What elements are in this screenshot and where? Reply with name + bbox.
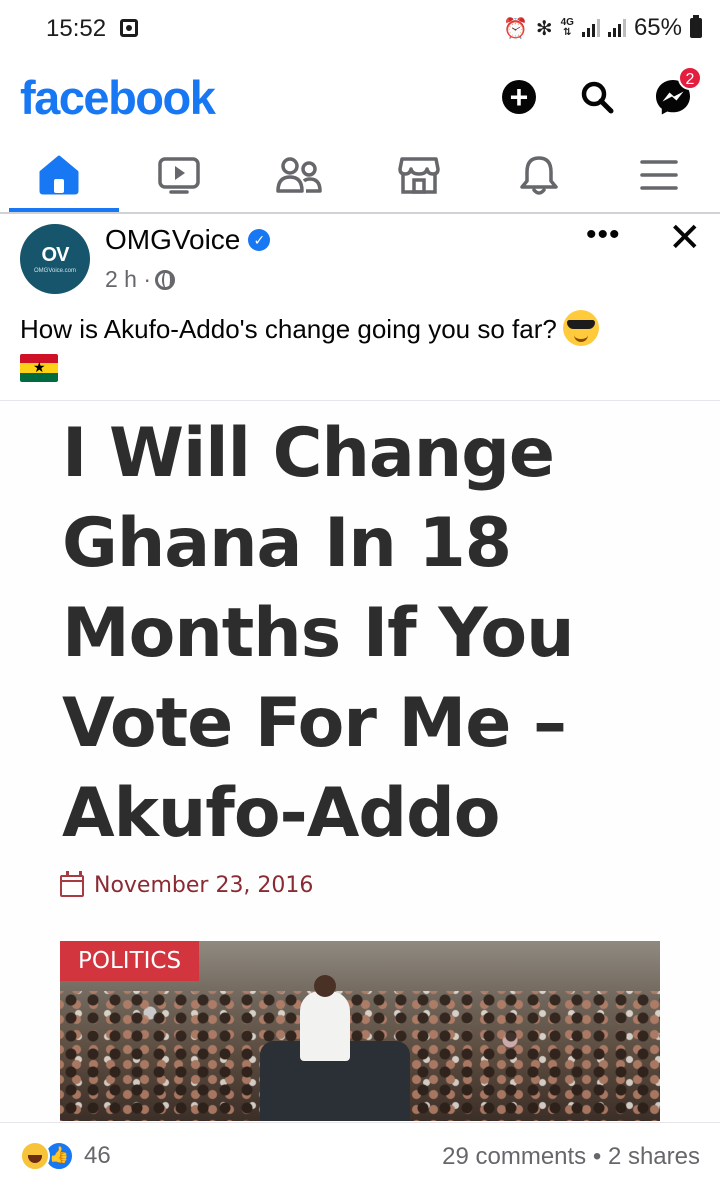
status-bar: 15:52 ⏰ ✻ 4G ⇅ 65%	[0, 0, 720, 60]
shares-count[interactable]: 2 shares	[608, 1143, 700, 1170]
home-icon	[39, 155, 79, 195]
haha-reaction-icon	[20, 1141, 50, 1171]
post-footer: 👍 46 29 comments • 2 shares	[0, 1122, 720, 1184]
avatar[interactable]: OV OMGVoice.com	[20, 224, 90, 294]
tab-home[interactable]	[4, 138, 119, 212]
signal-icon-2	[607, 19, 626, 37]
category-tag: POLITICS	[60, 941, 200, 981]
reaction-count: 46	[84, 1142, 111, 1169]
status-time: 15:52	[46, 15, 107, 42]
stats-separator: •	[592, 1143, 602, 1170]
screen-record-icon	[120, 19, 138, 37]
post-time[interactable]: 2 h ·	[105, 266, 151, 293]
more-options-button[interactable]: •••	[586, 218, 621, 252]
tab-video[interactable]	[124, 138, 234, 212]
video-icon	[158, 157, 200, 194]
nav-tabs	[0, 138, 720, 214]
battery-percent: 65%	[633, 14, 682, 41]
tab-marketplace[interactable]	[364, 138, 474, 212]
post-text: How is Akufo-Addo's change going you so …	[20, 310, 710, 382]
bluetooth-icon: ✻	[535, 17, 553, 40]
messenger-button[interactable]: 2	[652, 66, 702, 118]
post-author[interactable]: OMGVoice ✓	[105, 224, 271, 256]
plus-icon: +	[502, 80, 536, 114]
post-meta: 2 h ·	[105, 266, 176, 293]
app-header: facebook + 2	[0, 62, 720, 132]
globe-icon	[155, 269, 176, 290]
facebook-logo[interactable]: facebook	[20, 70, 216, 125]
status-indicators: ⏰ ✻ 4G ⇅ 65%	[503, 14, 702, 42]
reactions-summary[interactable]: 👍 46	[20, 1141, 111, 1171]
ghana-flag-icon: ★	[20, 354, 58, 382]
article-headline: I Will Change Ghana In 18 Months If You …	[62, 414, 575, 853]
avatar-logo-text: OV	[41, 244, 70, 266]
avatar-logo-subtext: OMGVoice.com	[33, 268, 76, 274]
article-date-text: November 23, 2016	[94, 873, 314, 898]
post-header: OV OMGVoice.com OMGVoice ✓ 2 h · ••• ✕	[0, 218, 720, 302]
messenger-badge: 2	[678, 66, 702, 90]
marketplace-icon	[398, 157, 440, 194]
post-image[interactable]: I Will Change Ghana In 18 Months If You …	[0, 401, 720, 1121]
sunglasses-emoji-icon	[562, 310, 599, 346]
friends-icon	[276, 157, 322, 193]
post-text-body: How is Akufo-Addo's change going you so …	[20, 314, 557, 344]
bell-icon	[520, 156, 558, 195]
search-button[interactable]	[576, 76, 618, 118]
verified-badge-icon: ✓	[248, 229, 271, 251]
article-photo: POLITICS	[60, 941, 660, 1121]
tab-friends[interactable]	[244, 138, 354, 212]
close-post-button[interactable]: ✕	[668, 218, 702, 258]
signal-icon-1	[581, 19, 600, 37]
battery-icon	[690, 15, 702, 38]
network-type: 4G ⇅	[560, 17, 574, 38]
tab-menu[interactable]	[604, 138, 714, 212]
author-name: OMGVoice	[105, 224, 241, 255]
article-date: November 23, 2016	[60, 870, 314, 898]
calendar-icon	[60, 870, 84, 897]
comments-count[interactable]: 29 comments	[442, 1143, 586, 1170]
person-image	[300, 975, 350, 1061]
search-icon	[581, 81, 614, 114]
alarm-icon: ⏰	[502, 17, 528, 40]
menu-icon	[640, 160, 678, 190]
create-button[interactable]: +	[498, 76, 540, 118]
tab-notifications[interactable]	[484, 138, 594, 212]
engagement-stats: 29 comments • 2 shares	[442, 1143, 700, 1171]
